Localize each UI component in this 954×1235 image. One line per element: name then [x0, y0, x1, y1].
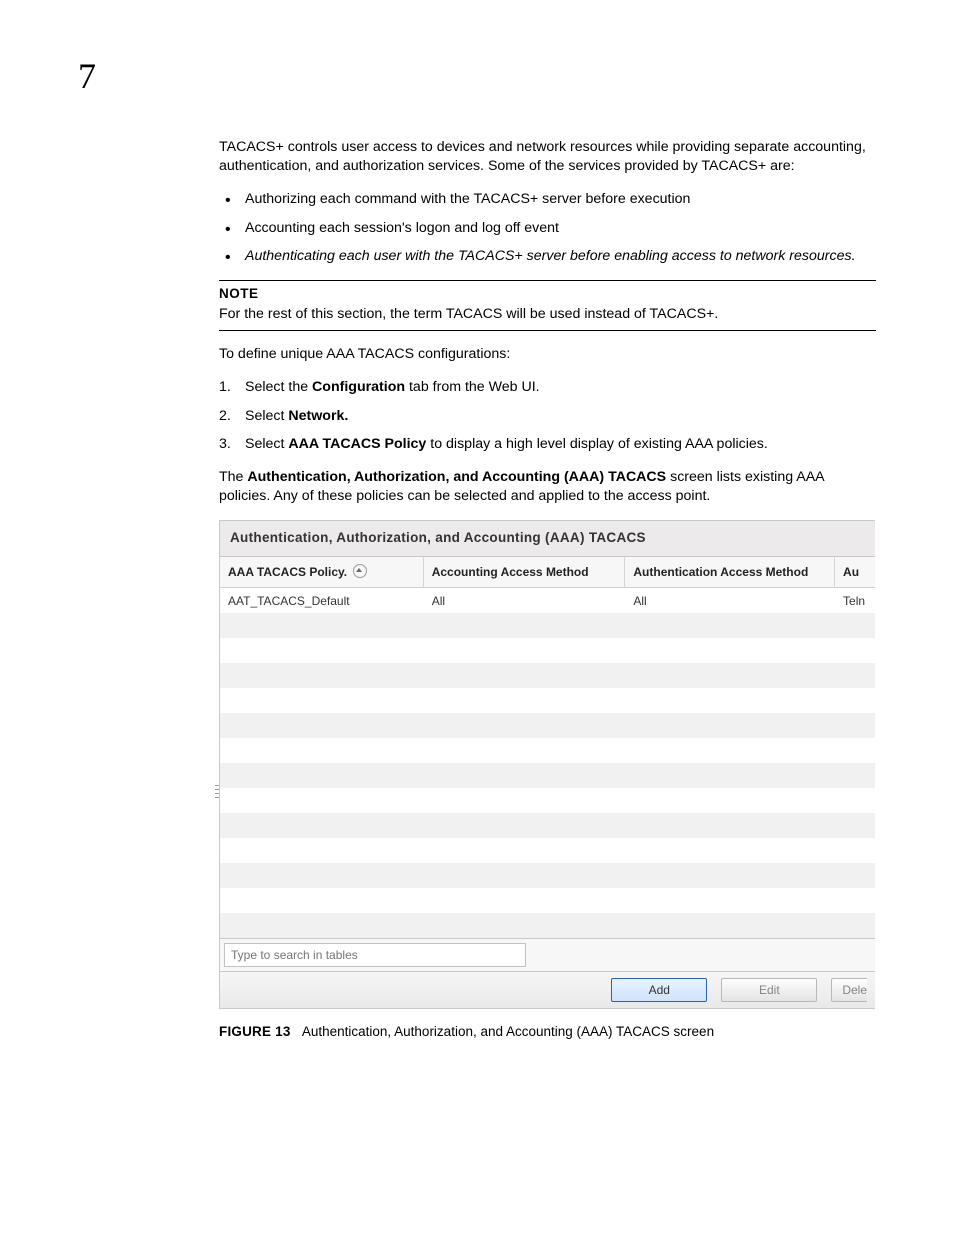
- figure-caption: FIGURE 13 Authentication, Authorization,…: [219, 1023, 876, 1041]
- add-button[interactable]: Add: [611, 978, 707, 1002]
- step-item: Select the Configuration tab from the We…: [219, 378, 876, 397]
- cell-policy: AAT_TACACS_Default: [220, 588, 424, 613]
- table-row: [220, 738, 875, 763]
- table-row: [220, 813, 875, 838]
- note-text: For the rest of this section, the term T…: [219, 305, 876, 324]
- table-row: [220, 788, 875, 813]
- table-row: [220, 713, 875, 738]
- column-header-policy[interactable]: AAA TACACS Policy.: [220, 557, 424, 587]
- table-row: [220, 613, 875, 638]
- note-block: NOTE For the rest of this section, the t…: [219, 280, 876, 331]
- search-input[interactable]: [224, 943, 526, 967]
- cell-authentication: All: [625, 588, 835, 613]
- feature-list: Authorizing each command with the TACACS…: [219, 190, 876, 266]
- delete-button[interactable]: Dele: [831, 978, 867, 1002]
- list-item: Authenticating each user with the TACACS…: [219, 247, 876, 266]
- list-item-text: Authenticating each user with the TACACS…: [245, 248, 856, 264]
- lead-in-paragraph: To define unique AAA TACACS configuratio…: [219, 345, 876, 364]
- figure-caption-text: Authentication, Authorization, and Accou…: [302, 1024, 714, 1039]
- step-item: Select AAA TACACS Policy to display a hi…: [219, 435, 876, 454]
- table-row: [220, 888, 875, 913]
- list-item: Authorizing each command with the TACACS…: [219, 190, 876, 209]
- table-footer-bar: Add Edit Dele: [220, 971, 875, 1008]
- column-header-accounting[interactable]: Accounting Access Method: [424, 557, 626, 587]
- resize-handle-icon: [215, 785, 219, 807]
- intro-paragraph: TACACS+ controls user access to devices …: [219, 138, 876, 176]
- cell-partial: Teln: [835, 588, 875, 613]
- table-row: [220, 638, 875, 663]
- table-row: [220, 863, 875, 888]
- edit-button[interactable]: Edit: [721, 978, 817, 1002]
- figure-label: FIGURE 13: [219, 1024, 291, 1039]
- step-item: Select Network.: [219, 407, 876, 426]
- note-label: NOTE: [219, 285, 876, 303]
- result-paragraph: The Authentication, Authorization, and A…: [219, 468, 876, 506]
- sort-asc-icon[interactable]: [353, 564, 367, 578]
- steps-list: Select the Configuration tab from the We…: [219, 378, 876, 454]
- chapter-number: 7: [78, 52, 96, 101]
- list-item-text: Authorizing each command with the TACACS…: [245, 191, 690, 207]
- cell-accounting: All: [424, 588, 626, 613]
- sort-dot: .: [344, 565, 347, 579]
- list-item-text: Accounting each session's logon and log …: [245, 220, 559, 236]
- table-row: [220, 763, 875, 788]
- table-header-row: AAA TACACS Policy. Accounting Access Met…: [220, 557, 875, 588]
- table-row: [220, 913, 875, 938]
- table-row: [220, 838, 875, 863]
- table-search-bar: [220, 938, 875, 971]
- panel-title: Authentication, Authorization, and Accou…: [220, 521, 875, 556]
- table-row: [220, 688, 875, 713]
- column-header-partial[interactable]: Au: [835, 557, 875, 587]
- table-row: [220, 663, 875, 688]
- column-header-authentication[interactable]: Authentication Access Method: [625, 557, 835, 587]
- list-item: Accounting each session's logon and log …: [219, 219, 876, 238]
- table-body: AAT_TACACS_DefaultAllAllTeln: [220, 588, 875, 938]
- screenshot-panel: Authentication, Authorization, and Accou…: [219, 520, 875, 1009]
- table-row[interactable]: AAT_TACACS_DefaultAllAllTeln: [220, 588, 875, 613]
